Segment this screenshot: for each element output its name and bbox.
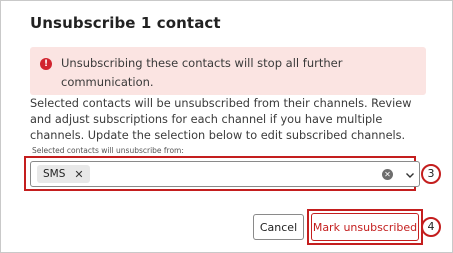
alert-circle-icon: ! — [40, 58, 52, 70]
warning-alert: ! Unsubscribing these contacts will stop… — [30, 47, 426, 95]
chip-sms: SMS ✕ — [37, 165, 90, 183]
dialog-description: Selected contacts will be unsubscribed f… — [30, 97, 412, 142]
annotation-marker-4: 4 — [421, 217, 441, 237]
mark-unsubscribed-button[interactable]: Mark unsubscribed — [311, 213, 419, 241]
channels-field-label: Selected contacts will unsubscribe from: — [32, 146, 184, 155]
annotation-marker-3: 3 — [421, 164, 441, 184]
channels-multiselect[interactable]: SMS ✕ ✕ — [30, 161, 420, 187]
chip-label: SMS — [43, 168, 66, 180]
clear-circle-icon[interactable]: ✕ — [382, 169, 393, 180]
alert-text: Unsubscribing these contacts will stop a… — [61, 56, 343, 89]
cancel-button[interactable]: Cancel — [253, 214, 304, 240]
dialog-title: Unsubscribe 1 contact — [30, 14, 221, 32]
chevron-down-icon[interactable] — [404, 169, 416, 181]
chip-remove-icon[interactable]: ✕ — [74, 169, 83, 180]
unsubscribe-dialog: Unsubscribe 1 contact ! Unsubscribing th… — [0, 0, 453, 253]
